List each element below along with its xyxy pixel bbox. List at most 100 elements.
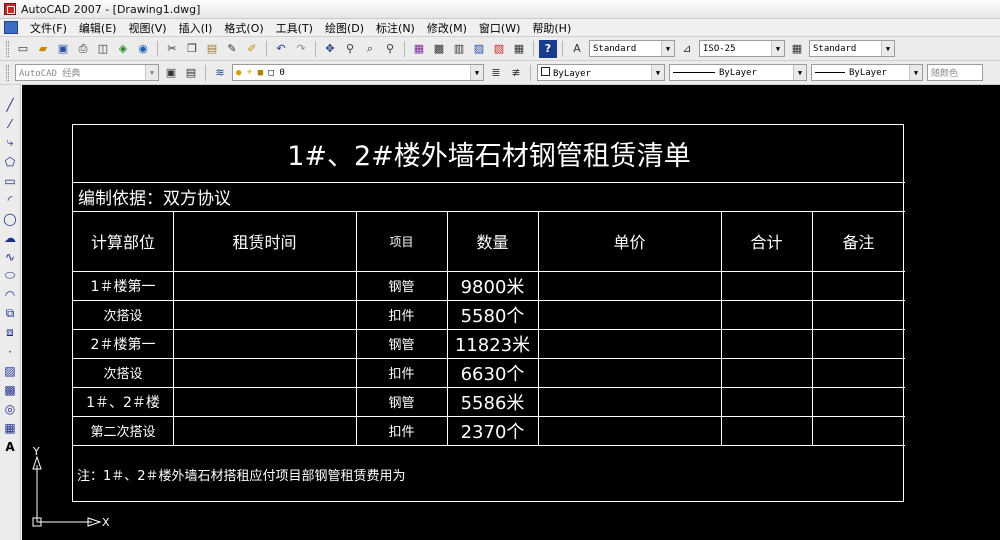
help-icon[interactable]: ?	[539, 39, 557, 58]
undo-icon[interactable]: ↶	[272, 40, 290, 58]
tool-palettes-icon[interactable]: ▥	[450, 40, 468, 58]
menu-edit[interactable]: 编辑(E)	[73, 20, 123, 36]
menu-help[interactable]: 帮助(H)	[526, 20, 577, 36]
zoom-window-icon[interactable]: ⌕	[361, 40, 379, 58]
toolbar-separator	[315, 40, 316, 57]
chevron-down-icon[interactable]: ▼	[470, 65, 483, 80]
etransmit-icon[interactable]: ◉	[134, 40, 152, 58]
plot-style-select[interactable]: 随颜色	[927, 64, 983, 81]
ucs-icon: Y X	[32, 447, 110, 529]
layer-select[interactable]: ● ☀ ■ □ 0 ▼	[232, 64, 484, 81]
paste-icon[interactable]: ▤	[203, 40, 221, 58]
insert-block-icon[interactable]: ⧉	[2, 304, 19, 323]
toolbar-separator	[562, 40, 563, 57]
rectangle-icon[interactable]: ▭	[2, 171, 19, 190]
zoom-realtime-icon[interactable]: ⚲	[341, 40, 359, 58]
ellipse-arc-icon[interactable]: ◠	[2, 285, 19, 304]
chevron-down-icon[interactable]: ▼	[651, 65, 664, 80]
make-object-layer-current-icon[interactable]: ≣	[487, 64, 505, 82]
header-total: 合计	[750, 233, 783, 252]
menu-dimension[interactable]: 标注(N)	[370, 20, 421, 36]
properties-icon[interactable]: ▦	[410, 40, 428, 58]
row-quantity: 11823米	[454, 334, 531, 356]
redo-icon[interactable]: ↷	[292, 40, 310, 58]
markup-icon[interactable]: ▧	[490, 40, 508, 58]
chevron-down-icon[interactable]: ▼	[145, 65, 158, 80]
point-icon[interactable]: ·	[2, 342, 19, 361]
region-icon[interactable]: ◎	[2, 399, 19, 418]
draw-toolbar: ╱ ⁄ ⤷ ⬠ ▭ ◜ ◯ ☁ ∿ ⬭ ◠ ⧉ ⧈ · ▨ ▩ ◎ ▦ A	[0, 85, 21, 540]
menu-insert[interactable]: 插入(I)	[173, 20, 219, 36]
calculator-icon[interactable]: ▦	[510, 40, 528, 58]
chevron-down-icon[interactable]: ▼	[909, 65, 922, 80]
polygon-icon[interactable]: ⬠	[2, 152, 19, 171]
chevron-down-icon[interactable]: ▼	[793, 65, 806, 80]
menu-window[interactable]: 窗口(W)	[473, 20, 526, 36]
print-preview-icon[interactable]: ◫	[94, 40, 112, 58]
chevron-down-icon[interactable]: ▼	[771, 41, 784, 56]
table-style-select[interactable]: Standard ▼	[809, 40, 895, 57]
workspace-settings-icon[interactable]: ▣	[162, 64, 180, 82]
chevron-down-icon[interactable]: ▼	[661, 41, 674, 56]
zoom-previous-icon[interactable]: ⚲	[381, 40, 399, 58]
circle-icon[interactable]: ◯	[2, 209, 19, 228]
dim-style-select[interactable]: ISO-25 ▼	[699, 40, 785, 57]
copy-icon[interactable]: ❐	[183, 40, 201, 58]
text-style-icon[interactable]: A	[568, 40, 586, 58]
text-style-select[interactable]: Standard ▼	[589, 40, 675, 57]
toolbar-grip[interactable]	[6, 64, 9, 81]
header-quantity: 数量	[476, 233, 509, 252]
design-center-icon[interactable]: ▩	[430, 40, 448, 58]
document-icon[interactable]	[4, 21, 18, 34]
make-block-icon[interactable]: ⧈	[2, 323, 19, 342]
layer-previous-icon[interactable]: ≢	[507, 64, 525, 82]
row-quantity: 5586米	[460, 392, 525, 414]
toolbar-separator	[530, 64, 531, 81]
menu-draw[interactable]: 绘图(D)	[319, 20, 370, 36]
new-file-icon[interactable]: ▭	[14, 40, 32, 58]
gradient-icon[interactable]: ▩	[2, 380, 19, 399]
save-icon[interactable]: ▣	[54, 40, 72, 58]
chevron-down-icon[interactable]: ▼	[881, 41, 894, 56]
lineweight-select[interactable]: ByLayer ▼	[811, 64, 923, 81]
toolbar-grip[interactable]	[6, 40, 9, 57]
layer-lock-icon[interactable]: ■	[258, 68, 263, 78]
print-icon[interactable]: ⎙	[74, 40, 92, 58]
publish-icon[interactable]: ◈	[114, 40, 132, 58]
menu-tools[interactable]: 工具(T)	[270, 20, 319, 36]
rental-table[interactable]: 1#、2#楼外墙石材钢管租赁清单 编制依据：双方协议 计算部位 租赁时间 项目 …	[72, 124, 905, 502]
lineweight-preview	[815, 71, 845, 73]
block-editor-icon[interactable]: ✐	[243, 40, 261, 58]
autocad-app-icon[interactable]	[4, 3, 16, 15]
polyline-icon[interactable]: ⤷	[2, 133, 19, 152]
hatch-icon[interactable]: ▨	[2, 361, 19, 380]
menu-modify[interactable]: 修改(M)	[421, 20, 473, 36]
match-properties-icon[interactable]: ✎	[223, 40, 241, 58]
layer-freeze-icon[interactable]: ☀	[247, 68, 252, 78]
workspace-save-icon[interactable]: ▤	[182, 64, 200, 82]
ellipse-icon[interactable]: ⬭	[2, 266, 19, 285]
menu-view[interactable]: 视图(V)	[122, 20, 172, 36]
sheet-set-icon[interactable]: ▨	[470, 40, 488, 58]
spline-icon[interactable]: ∿	[2, 247, 19, 266]
dim-style-icon[interactable]: ⊿	[678, 40, 696, 58]
linetype-select[interactable]: ByLayer ▼	[669, 64, 807, 81]
toolbar-separator	[533, 40, 534, 57]
table-icon[interactable]: ▦	[2, 418, 19, 437]
cut-icon[interactable]: ✂	[163, 40, 181, 58]
color-select[interactable]: ByLayer ▼	[537, 64, 665, 81]
workspace-select[interactable]: AutoCAD 经典 ▼	[15, 64, 159, 81]
arc-icon[interactable]: ◜	[2, 190, 19, 209]
layer-on-icon[interactable]: ●	[236, 68, 241, 78]
open-file-icon[interactable]: ▰	[34, 40, 52, 58]
construction-line-icon[interactable]: ⁄	[2, 114, 19, 133]
line-icon[interactable]: ╱	[2, 95, 19, 114]
layer-manager-icon[interactable]: ≋	[211, 64, 229, 82]
table-style-icon[interactable]: ▦	[788, 40, 806, 58]
pan-icon[interactable]: ✥	[321, 40, 339, 58]
drawing-canvas[interactable]: 1#、2#楼外墙石材钢管租赁清单 编制依据：双方协议 计算部位 租赁时间 项目 …	[22, 85, 1000, 540]
menu-format[interactable]: 格式(O)	[218, 20, 269, 36]
menu-file[interactable]: 文件(F)	[24, 20, 73, 36]
multiline-text-icon[interactable]: A	[2, 437, 19, 456]
revision-cloud-icon[interactable]: ☁	[2, 228, 19, 247]
